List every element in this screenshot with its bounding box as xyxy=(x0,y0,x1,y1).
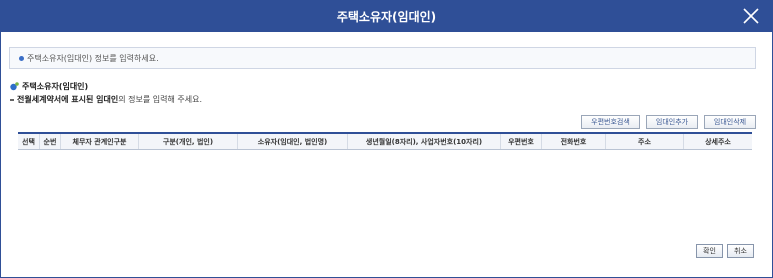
column-header[interactable]: 체무자 관계인구분 xyxy=(61,134,139,149)
section-title: 주택소유자(임대인) xyxy=(22,82,89,91)
bullet-dot-icon xyxy=(19,56,24,61)
column-header[interactable]: 생년월일(8자리), 사업자번호(10자리) xyxy=(348,134,501,149)
notice-box: 주택소유자(임대인) 정보를 입력하세요. xyxy=(9,47,756,69)
desc-text: 의 정보를 입력해 주세요. xyxy=(118,95,203,104)
column-header[interactable]: 순번 xyxy=(40,134,61,149)
postcode-search-button[interactable]: 우편번호검색 xyxy=(581,115,640,129)
dialog-titlebar: 주택소유자(임대인) xyxy=(1,1,772,32)
column-header[interactable]: 구분(개인, 법인) xyxy=(139,134,238,149)
column-header[interactable]: 주소 xyxy=(606,134,684,149)
column-header[interactable]: 전화번호 xyxy=(542,134,606,149)
dash-icon xyxy=(10,98,14,101)
close-icon[interactable] xyxy=(742,7,760,25)
confirm-button[interactable]: 확인 xyxy=(696,244,723,258)
column-header[interactable]: 소유자(임대인, 법인명) xyxy=(238,134,348,149)
add-lessor-button[interactable]: 임대인추가 xyxy=(646,115,698,129)
cancel-button[interactable]: 취소 xyxy=(727,244,754,258)
lessor-table-body xyxy=(18,151,752,234)
delete-lessor-button[interactable]: 임대인삭제 xyxy=(704,115,756,129)
column-header[interactable]: 우편번호 xyxy=(501,134,542,149)
lessor-table-header: 선택 순번 체무자 관계인구분 구분(개인, 법인) 소유자(임대인, 법인명)… xyxy=(18,132,752,150)
dialog-title: 주택소유자(임대인) xyxy=(336,10,437,24)
notice-text: 주택소유자(임대인) 정보를 입력하세요. xyxy=(27,54,159,63)
owner-dialog: 주택소유자(임대인) 주택소유자(임대인) 정보를 입력하세요. 주택소유자(임… xyxy=(0,0,773,278)
desc-emphasis: 전월세계약서에 표시된 임대인 xyxy=(17,95,119,104)
column-header[interactable]: 선택 xyxy=(18,134,40,149)
column-header[interactable]: 상세주소 xyxy=(684,134,752,149)
section-description: 전월세계약서에 표시된 임대인의 정보를 입력해 주세요. xyxy=(10,94,202,105)
section-marker-icon xyxy=(10,82,19,91)
